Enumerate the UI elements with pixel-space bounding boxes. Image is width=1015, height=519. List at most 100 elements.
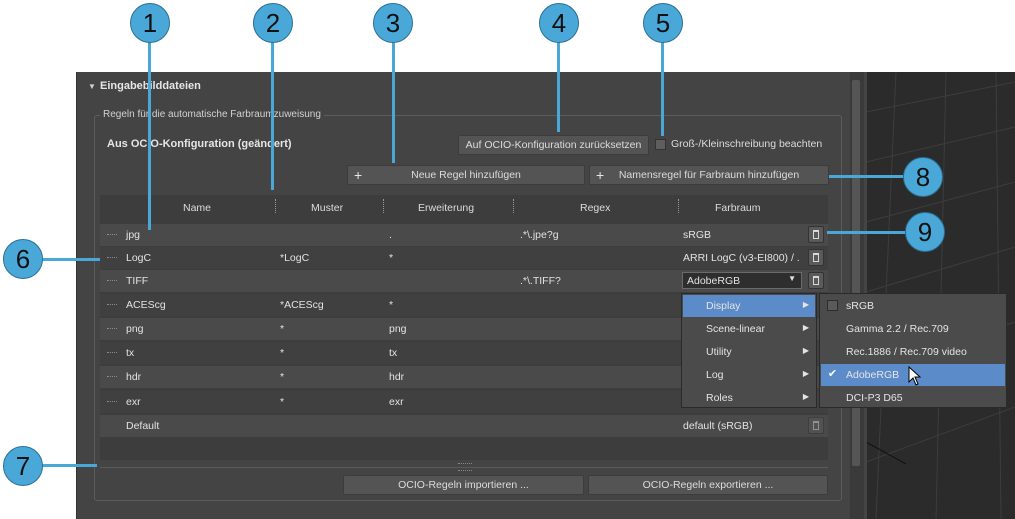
callout-7: 7 bbox=[3, 446, 43, 486]
column-divider[interactable] bbox=[275, 199, 277, 213]
rule-name[interactable]: exr bbox=[126, 396, 141, 408]
rule-name[interactable]: LogC bbox=[126, 252, 151, 264]
menu-item-label: DCI-P3 D65 bbox=[846, 392, 903, 404]
table-resize-grip[interactable] bbox=[458, 463, 472, 471]
menu-item-label: Gamma 2.2 / Rec.709 bbox=[846, 323, 949, 335]
column-divider[interactable] bbox=[383, 199, 385, 213]
rule-pattern[interactable]: * bbox=[280, 396, 284, 408]
table-row[interactable]: jpg . .*\.jpe?g sRGB bbox=[100, 224, 828, 246]
drag-handle-icon[interactable] bbox=[107, 352, 117, 355]
rule-colorspace[interactable]: sRGB bbox=[683, 229, 711, 241]
rule-colorspace[interactable]: default (sRGB) bbox=[683, 420, 752, 432]
colorspace-dropdown[interactable]: AdobeRGB ▼ bbox=[682, 272, 802, 289]
callout-5: 5 bbox=[643, 3, 683, 43]
mouse-pointer-icon bbox=[908, 366, 922, 386]
import-ocio-rules-button[interactable]: OCIO-Regeln importieren ... bbox=[343, 475, 584, 495]
case-sensitive-label: Groß-/Kleinschreibung beachten bbox=[671, 138, 823, 150]
callout-6: 6 bbox=[3, 239, 43, 279]
callout-line-4 bbox=[557, 40, 560, 132]
menu-item-rec1886[interactable]: Rec.1886 / Rec.709 video bbox=[821, 341, 1005, 363]
delete-rule-button[interactable] bbox=[808, 249, 824, 266]
reset-to-ocio-config-button[interactable]: Auf OCIO-Konfiguration zurücksetzen bbox=[458, 135, 649, 155]
callout-line-2 bbox=[271, 40, 274, 190]
column-divider[interactable] bbox=[513, 199, 515, 213]
rule-regex[interactable]: .*\.jpe?g bbox=[520, 229, 559, 241]
add-new-rule-button[interactable]: + Neue Regel hinzufügen bbox=[347, 165, 585, 185]
drag-handle-icon[interactable] bbox=[107, 376, 117, 379]
drag-handle-icon[interactable] bbox=[107, 304, 117, 307]
column-header-regex[interactable]: Regex bbox=[580, 202, 610, 214]
export-ocio-rules-button[interactable]: OCIO-Regeln exportieren ... bbox=[588, 475, 828, 495]
delete-rule-button[interactable] bbox=[808, 272, 824, 289]
rule-pattern[interactable]: *ACEScg bbox=[280, 299, 324, 311]
display-colorspace-submenu: sRGB Gamma 2.2 / Rec.709 Rec.1886 / Rec.… bbox=[819, 293, 1007, 408]
column-header-pattern[interactable]: Muster bbox=[311, 202, 343, 214]
drag-handle-icon[interactable] bbox=[107, 401, 117, 404]
callout-line-7 bbox=[42, 464, 97, 467]
rule-name[interactable]: hdr bbox=[126, 371, 141, 383]
rule-extension[interactable]: tx bbox=[389, 347, 397, 359]
rule-name[interactable]: ACEScg bbox=[126, 299, 166, 311]
menu-item-display[interactable]: Display ▶ bbox=[683, 295, 815, 317]
rule-pattern[interactable]: * bbox=[280, 323, 284, 335]
drag-handle-icon[interactable] bbox=[107, 234, 117, 237]
submenu-arrow-icon: ▶ bbox=[802, 369, 809, 378]
checkbox-icon bbox=[827, 300, 838, 311]
rule-extension[interactable]: hdr bbox=[389, 371, 404, 383]
menu-item-utility[interactable]: Utility ▶ bbox=[683, 341, 815, 363]
menu-item-label: sRGB bbox=[846, 300, 875, 312]
callout-line-6 bbox=[42, 258, 100, 261]
case-sensitive-checkbox[interactable] bbox=[655, 139, 666, 150]
add-new-rule-label: Neue Regel hinzufügen bbox=[411, 169, 521, 181]
add-colorspace-name-rule-button[interactable]: + Namensregel für Farbraum hinzufügen bbox=[589, 165, 829, 185]
table-row[interactable]: TIFF .*\.TIFF? AdobeRGB ▼ bbox=[100, 270, 828, 292]
menu-item-srgb[interactable]: sRGB bbox=[821, 295, 1005, 317]
rule-colorspace[interactable]: ARRI LogC (v3-EI800) / . bbox=[683, 252, 805, 264]
collapse-triangle-icon[interactable]: ▼ bbox=[88, 82, 96, 91]
callout-line-1 bbox=[148, 40, 151, 230]
config-source-label: Aus OCIO-Konfiguration (geändert) bbox=[107, 138, 292, 150]
submenu-arrow-icon: ▶ bbox=[802, 300, 809, 309]
drag-handle-icon[interactable] bbox=[107, 257, 117, 260]
delete-rule-button[interactable] bbox=[808, 226, 824, 243]
rule-name[interactable]: TIFF bbox=[126, 275, 148, 287]
plus-icon: + bbox=[596, 167, 605, 183]
rule-name[interactable]: jpg bbox=[126, 229, 140, 241]
rule-name[interactable]: tx bbox=[126, 347, 134, 359]
rule-extension[interactable]: exr bbox=[389, 396, 404, 408]
menu-item-dci-p3[interactable]: DCI-P3 D65 bbox=[821, 387, 1005, 409]
table-row[interactable]: LogC *LogC * ARRI LogC (v3-EI800) / . bbox=[100, 247, 828, 269]
submenu-arrow-icon: ▶ bbox=[802, 346, 809, 355]
menu-item-scene-linear[interactable]: Scene-linear ▶ bbox=[683, 318, 815, 340]
callout-9: 9 bbox=[905, 212, 945, 252]
callout-line-3 bbox=[392, 40, 395, 163]
menu-item-roles[interactable]: Roles ▶ bbox=[683, 387, 815, 409]
rollout-header[interactable]: ▼ Eingabebilddateien bbox=[82, 78, 848, 96]
rule-extension[interactable]: * bbox=[389, 299, 393, 311]
checkmark-icon: ✔ bbox=[827, 368, 838, 380]
column-header-name[interactable]: Name bbox=[183, 202, 211, 214]
dropdown-arrow-icon: ▼ bbox=[788, 274, 796, 283]
drag-handle-icon[interactable] bbox=[107, 280, 117, 283]
rule-extension[interactable]: png bbox=[389, 323, 407, 335]
rule-pattern[interactable]: * bbox=[280, 347, 284, 359]
rule-pattern[interactable]: * bbox=[280, 371, 284, 383]
menu-item-log[interactable]: Log ▶ bbox=[683, 364, 815, 386]
callout-line-9 bbox=[827, 231, 905, 234]
drag-handle-icon[interactable] bbox=[107, 328, 117, 331]
rule-extension[interactable]: . bbox=[389, 229, 392, 241]
menu-item-gamma22[interactable]: Gamma 2.2 / Rec.709 bbox=[821, 318, 1005, 340]
rule-regex[interactable]: .*\.TIFF? bbox=[520, 275, 561, 287]
callout-8: 8 bbox=[903, 157, 943, 197]
column-header-extension[interactable]: Erweiterung bbox=[418, 202, 474, 214]
column-divider[interactable] bbox=[678, 199, 680, 213]
rule-extension[interactable]: * bbox=[389, 252, 393, 264]
submenu-arrow-icon: ▶ bbox=[802, 392, 809, 401]
rule-name[interactable]: png bbox=[126, 323, 144, 335]
table-row-default[interactable]: Default default (sRGB) bbox=[100, 415, 828, 437]
menu-item-label: Rec.1886 / Rec.709 video bbox=[846, 346, 967, 358]
trash-icon bbox=[813, 276, 819, 285]
rule-pattern[interactable]: *LogC bbox=[280, 252, 309, 264]
plus-icon: + bbox=[354, 167, 363, 183]
column-header-colorspace[interactable]: Farbraum bbox=[715, 202, 761, 214]
